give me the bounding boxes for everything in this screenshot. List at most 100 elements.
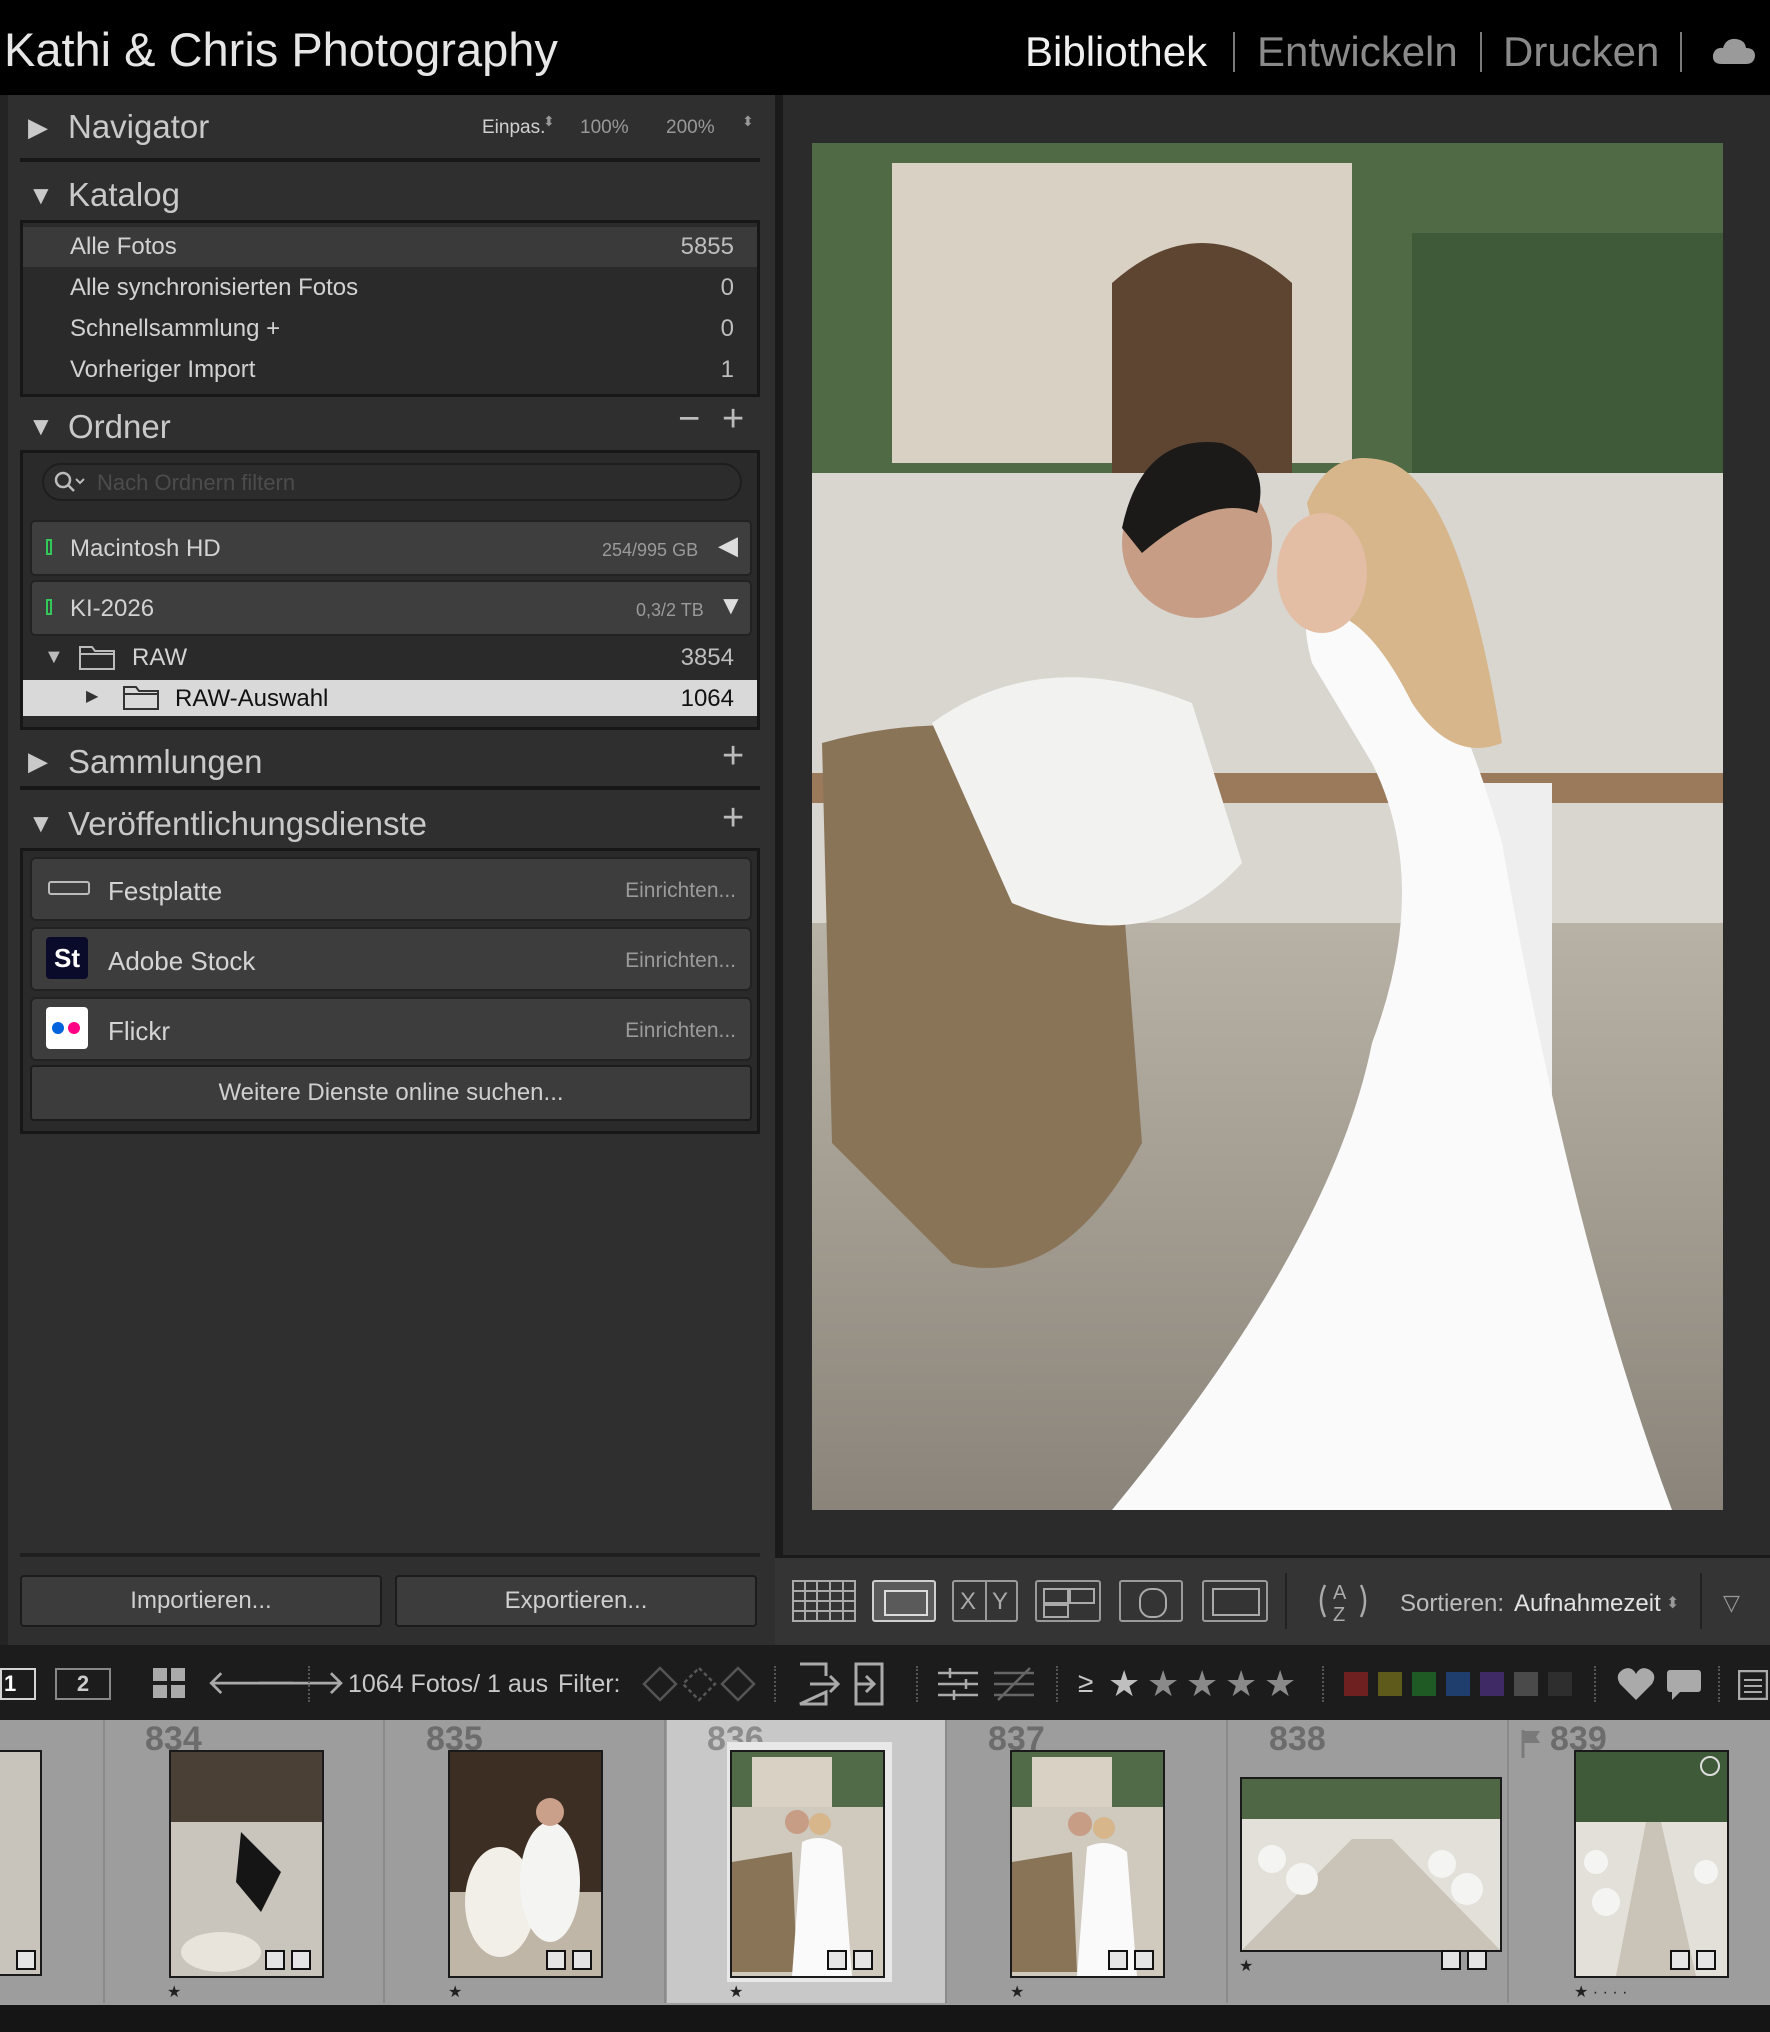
thumbnail[interactable] xyxy=(1010,1750,1165,1978)
grid-icon[interactable] xyxy=(153,1668,187,1705)
survey-view-icon[interactable] xyxy=(1035,1580,1101,1622)
star-filter-icon[interactable]: ★ xyxy=(1225,1663,1257,1705)
module-library[interactable]: Bibliothek xyxy=(1025,28,1207,76)
folders-title[interactable]: Ordner xyxy=(68,408,171,446)
rating-star-icon: ★ xyxy=(448,1984,463,2001)
loupe-view-icon[interactable] xyxy=(872,1580,936,1622)
thumbnail[interactable] xyxy=(169,1750,324,1978)
import-filter-icon[interactable] xyxy=(796,1660,841,1713)
cloud-icon[interactable] xyxy=(1712,36,1756,71)
add-publish-service-button[interactable]: + xyxy=(722,797,744,840)
rating-operator[interactable]: ≥ xyxy=(1078,1667,1093,1699)
filmstrip-cell[interactable]: 838 ★ xyxy=(1229,1720,1509,2003)
service-setup-link[interactable]: Einrichten... xyxy=(625,1019,736,1043)
sliders-off-icon[interactable] xyxy=(994,1665,1034,1708)
collapsed-triangle-icon[interactable]: ◀ xyxy=(718,530,738,561)
star-filter-icon[interactable]: ★ xyxy=(1264,1663,1296,1705)
color-label-red[interactable] xyxy=(1344,1672,1368,1696)
flag-icon[interactable] xyxy=(1520,1728,1544,1763)
module-separator xyxy=(1233,32,1235,72)
service-setup-link[interactable]: Einrichten... xyxy=(625,879,736,903)
thumbnail[interactable] xyxy=(0,1750,42,1976)
sliders-icon[interactable] xyxy=(938,1665,978,1708)
navigator-fit[interactable]: Einpas. xyxy=(482,117,545,139)
add-folder-button[interactable]: + xyxy=(722,398,744,441)
expanded-triangle-icon[interactable]: ▼ xyxy=(718,590,744,621)
updown-icon[interactable]: ⬍ xyxy=(1666,1593,1679,1613)
publish-title[interactable]: Veröffentlichungsdienste xyxy=(68,805,427,843)
folder-raw[interactable]: RAW xyxy=(132,644,187,672)
star-filter-icon[interactable]: ★ xyxy=(1147,1663,1179,1705)
thumbnail[interactable] xyxy=(448,1750,603,1978)
color-label-custom[interactable] xyxy=(1514,1672,1538,1696)
main-photo[interactable] xyxy=(812,143,1723,1510)
star-filter-icon[interactable]: ★ xyxy=(1186,1663,1218,1705)
filmstrip-cell[interactable]: 839 ★ · · · · xyxy=(1510,1720,1770,2003)
module-print[interactable]: Drucken xyxy=(1503,28,1659,76)
filmstrip-cell[interactable] xyxy=(0,1720,105,2003)
filmstrip-cell[interactable]: 837 ★ xyxy=(948,1720,1228,2003)
import-button[interactable]: Importieren... xyxy=(20,1575,382,1627)
window-2-button[interactable]: 2 xyxy=(55,1668,111,1700)
navigator-title[interactable]: Navigator xyxy=(68,108,209,146)
compare-view-icon[interactable]: X Y xyxy=(952,1580,1018,1622)
thumbnail[interactable] xyxy=(1240,1777,1502,1952)
find-more-services-button[interactable]: Weitere Dienste online suchen... xyxy=(30,1065,752,1121)
catalog-item-synced[interactable]: Alle synchronisierten Fotos xyxy=(70,274,358,302)
window-1-button[interactable]: 1 xyxy=(0,1668,36,1700)
thumbnail[interactable] xyxy=(730,1750,885,1978)
color-label-purple[interactable] xyxy=(1480,1672,1504,1696)
catalog-item-all-photos[interactable]: Alle Fotos xyxy=(70,233,177,261)
thumbnail[interactable] xyxy=(1574,1750,1729,1978)
volume-ki-2026[interactable]: KI-2026 0,3/2 TB ▼ xyxy=(30,580,752,636)
secondary-display-icon[interactable] xyxy=(1202,1580,1268,1622)
collapse-triangle-icon[interactable]: ▼ xyxy=(28,411,54,442)
separator xyxy=(1056,1666,1060,1702)
expand-triangle-icon[interactable]: ▶ xyxy=(28,746,48,777)
panel-divider[interactable] xyxy=(775,95,783,1555)
color-label-none[interactable] xyxy=(1548,1672,1572,1696)
heart-icon[interactable] xyxy=(1616,1666,1656,1707)
star-filter-icon[interactable]: ★ xyxy=(1108,1663,1140,1705)
forward-arrow-icon[interactable]: 🡒 xyxy=(255,1662,346,1703)
service-setup-link[interactable]: Einrichten... xyxy=(625,949,736,973)
catalog-item-quick-collection[interactable]: Schnellsammlung + xyxy=(70,315,280,343)
catalog-item-previous-import[interactable]: Vorheriger Import xyxy=(70,356,255,384)
remove-folder-button[interactable]: − xyxy=(678,398,700,441)
grid-view-icon[interactable] xyxy=(792,1580,856,1627)
sort-az-icon[interactable]: AZ xyxy=(1315,1577,1371,1630)
people-view-icon[interactable] xyxy=(1119,1580,1183,1622)
export-button[interactable]: Exportieren... xyxy=(395,1575,757,1627)
service-flickr[interactable]: Flickr Einrichten... xyxy=(30,997,752,1061)
catalog-title[interactable]: Katalog xyxy=(68,176,180,214)
color-label-yellow[interactable] xyxy=(1378,1672,1402,1696)
sort-value[interactable]: Aufnahmezeit xyxy=(1514,1590,1661,1618)
collapse-triangle-icon[interactable]: ▼ xyxy=(28,808,54,839)
catalog-count: 5855 xyxy=(680,233,734,260)
navigator-zoom-200[interactable]: 200% xyxy=(666,117,715,139)
edit-badge-icon xyxy=(1467,1950,1487,1970)
collections-title[interactable]: Sammlungen xyxy=(68,743,262,781)
collapse-triangle-icon[interactable]: ▼ xyxy=(28,180,54,211)
expanded-triangle-icon[interactable]: ▼ xyxy=(44,646,64,669)
volume-macintosh-hd[interactable]: Macintosh HD 254/995 GB ◀ xyxy=(30,520,752,576)
service-festplatte[interactable]: Festplatte Einrichten... xyxy=(30,857,752,921)
collapsed-triangle-icon[interactable]: ▶ xyxy=(86,686,98,706)
flag-filter-icons[interactable] xyxy=(640,1664,758,1711)
updown-icon[interactable]: ⬍ xyxy=(742,113,754,130)
filmstrip-cell[interactable]: 834 ★ xyxy=(105,1720,385,2003)
module-develop[interactable]: Entwickeln xyxy=(1257,28,1458,76)
filmstrip-cell[interactable]: 835 ★ xyxy=(386,1720,666,2003)
toolbar-menu-chevron-icon[interactable]: ▽ xyxy=(1723,1590,1740,1616)
export-filter-icon[interactable] xyxy=(852,1660,888,1713)
folder-icon xyxy=(122,683,160,716)
color-label-blue[interactable] xyxy=(1446,1672,1470,1696)
service-adobe-stock[interactable]: St Adobe Stock Einrichten... xyxy=(30,927,752,991)
filter-preset-icon[interactable] xyxy=(1737,1669,1769,1705)
expand-triangle-icon[interactable]: ▶ xyxy=(28,112,48,143)
add-collection-button[interactable]: + xyxy=(722,735,744,778)
filmstrip-cell-selected[interactable]: 836 ★ xyxy=(667,1720,947,2003)
comment-icon[interactable] xyxy=(1666,1668,1702,1707)
navigator-zoom-100[interactable]: 100% xyxy=(580,117,629,139)
color-label-green[interactable] xyxy=(1412,1672,1436,1696)
